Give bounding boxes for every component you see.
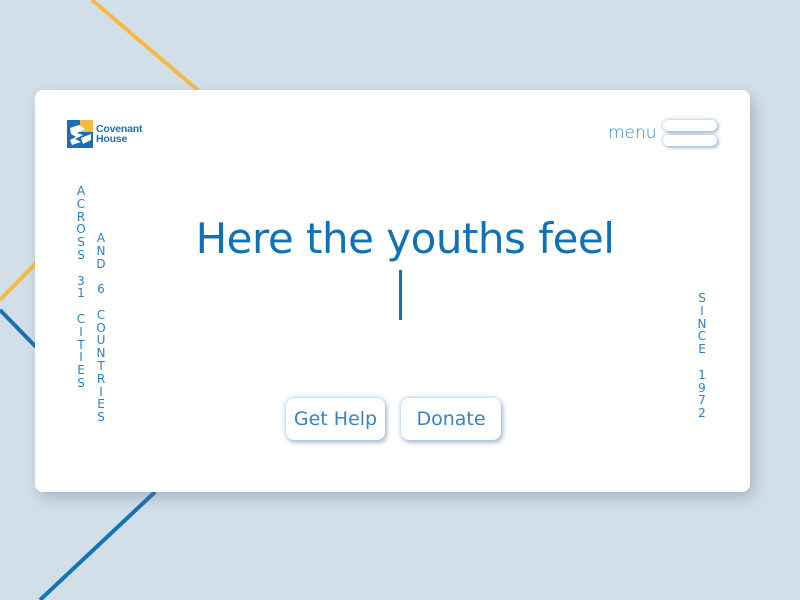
- yellow-diagonal-left: [0, 261, 38, 302]
- vertical-letter: [695, 356, 709, 369]
- logo-line-2: House: [96, 133, 128, 145]
- menu-bar-top: [662, 120, 717, 131]
- blue-diagonal-left: [0, 308, 38, 349]
- vertical-letter: C: [96, 307, 106, 322]
- vertical-letter: S: [97, 410, 105, 425]
- covenant-house-logo[interactable]: Covenant House: [67, 120, 142, 148]
- vertical-letter: I: [79, 324, 83, 339]
- blue-diagonal-bottom: [38, 490, 157, 600]
- hero-headline: Here the youths feel: [195, 214, 615, 263]
- typing-cursor: [399, 270, 402, 320]
- logo-text: Covenant House: [96, 124, 142, 145]
- vertical-letter: A: [76, 184, 86, 198]
- hamburger-menu-icon[interactable]: [662, 120, 717, 146]
- covenant-house-logo-icon: [67, 120, 93, 148]
- vertical-letter: [94, 296, 108, 309]
- vertical-text-since-1972: SINCE 1972: [695, 292, 709, 420]
- yellow-diagonal-top: [90, 0, 202, 94]
- hero-card: Covenant House menu ACROSS 31 CITIES AND…: [35, 90, 750, 492]
- vertical-letter: C: [76, 196, 86, 211]
- donate-button[interactable]: Donate: [401, 398, 501, 440]
- vertical-letter: C: [76, 311, 86, 326]
- vertical-letter: T: [97, 358, 105, 373]
- menu-label: menu: [608, 123, 657, 143]
- get-help-button[interactable]: Get Help: [286, 398, 385, 440]
- menu-bar-bottom: [662, 135, 717, 146]
- menu-button[interactable]: menu: [608, 120, 717, 146]
- vertical-letter: I: [700, 303, 704, 318]
- vertical-letter: S: [77, 375, 85, 390]
- vertical-letter: 2: [698, 406, 706, 421]
- vertical-letter: R: [96, 371, 106, 386]
- vertical-letter: [74, 262, 88, 275]
- vertical-letter: 1: [698, 367, 706, 382]
- vertical-letter: S: [698, 291, 706, 305]
